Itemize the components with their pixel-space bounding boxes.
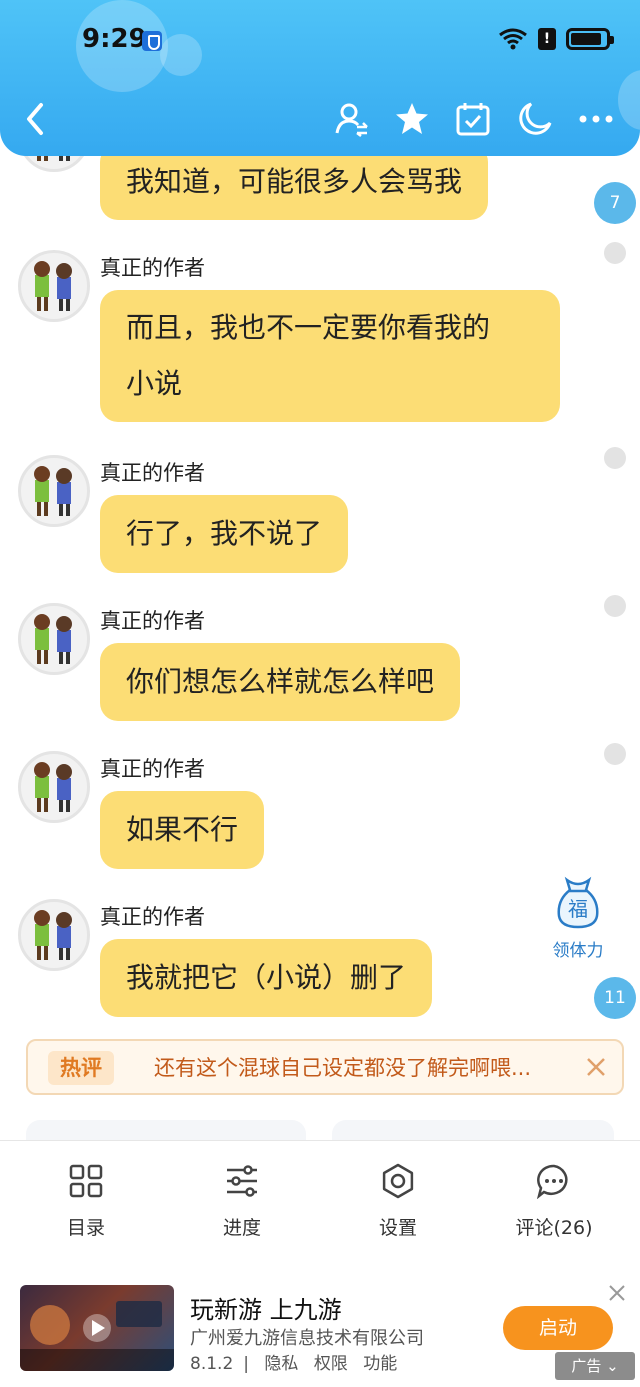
ad-thumbnail[interactable] (20, 1285, 174, 1371)
close-icon[interactable] (584, 1055, 608, 1079)
sender-name: 真正的作者 (100, 256, 205, 280)
comment-count-badge[interactable]: 11 (594, 977, 636, 1019)
back-icon[interactable] (14, 98, 56, 140)
ad-version: 8.1.2 (190, 1354, 234, 1374)
message-text: 而且，我也不一定要你看我的 (126, 311, 491, 344)
comment-dot[interactable] (604, 242, 626, 264)
claim-stamina-button[interactable]: 福 领体力 (544, 874, 612, 961)
avatar-image (34, 261, 72, 311)
ad-video-frame (20, 1301, 174, 1371)
status-time: 9:29 (82, 24, 147, 54)
avatar[interactable] (18, 250, 90, 322)
top-header: 9:29 ! (0, 0, 640, 156)
comment-count-badge[interactable]: 7 (594, 182, 636, 224)
message-text: 我就把它（小说）删了 (126, 961, 407, 994)
ad-company: 广州爱九游信息技术有限公司 (190, 1328, 424, 1349)
battery-icon (566, 28, 614, 50)
nav-label: 目录 (66, 1217, 105, 1239)
lucky-bag-icon: 福 (557, 876, 599, 929)
sliders-icon (227, 1165, 257, 1197)
avatar-image (34, 762, 72, 812)
nav-progress[interactable]: 进度 (172, 1163, 312, 1240)
ad-label[interactable]: 广告 ⌄ (555, 1352, 635, 1380)
lucky-bag-glyph: 福 (568, 897, 588, 921)
wifi-icon (499, 28, 527, 50)
moon-icon[interactable] (514, 98, 556, 140)
alert-icon: ! (538, 28, 556, 50)
ad-label-text: 广告 (571, 1357, 602, 1375)
nav-label: 设置 (378, 1217, 417, 1239)
ad-launch-button[interactable]: 启动 (503, 1306, 613, 1350)
message-text: 我知道，可能很多人会骂我 (126, 165, 463, 198)
nav-catalog[interactable]: 目录 (16, 1163, 156, 1240)
claim-stamina-label: 领体力 (552, 941, 604, 961)
message-bubble: 而且，我也不一定要你看我的 小说 (100, 290, 560, 422)
nav-settings[interactable]: 设置 (328, 1163, 468, 1240)
close-icon[interactable] (606, 1282, 628, 1304)
avatar[interactable] (18, 603, 90, 675)
sender-name: 真正的作者 (100, 905, 205, 929)
message-text: 如果不行 (126, 813, 239, 846)
ad-title[interactable]: 玩新游 上九游 (190, 1290, 342, 1325)
chevron-down-icon: ⌄ (606, 1357, 619, 1375)
comment-icon (536, 1164, 568, 1199)
ad-features-link[interactable]: 功能 (363, 1354, 397, 1374)
hot-comment-text: 还有这个混球自己设定都没了解完啊喂... (154, 1056, 532, 1080)
avatar-image (34, 910, 72, 960)
grid-icon (69, 1164, 103, 1198)
sender-name: 真正的作者 (100, 609, 205, 633)
hot-comment-bar[interactable]: 热评 还有这个混球自己设定都没了解完啊喂... (26, 1039, 624, 1095)
more-icon[interactable] (575, 98, 617, 140)
ad-banner[interactable]: 玩新游 上九游 广州爱九游信息技术有限公司 8.1.2 | 隐私 权限 功能 启动… (0, 1268, 640, 1387)
message-bubble: 我就把它（小说）删了 (100, 939, 433, 1017)
ad-meta: 8.1.2 | 隐私 权限 功能 (190, 1349, 407, 1374)
message-text: 行了，我不说了 (126, 517, 323, 550)
nav-comments[interactable]: 评论(26) (484, 1163, 624, 1240)
message-bubble: 你们想怎么样就怎么样吧 (100, 643, 461, 721)
sender-name: 真正的作者 (100, 757, 205, 781)
comment-dot[interactable] (604, 447, 626, 469)
star-icon[interactable] (391, 98, 433, 140)
nav-label: 评论(26) (515, 1217, 593, 1239)
message-text: 小说 (126, 367, 183, 400)
avatar[interactable] (18, 899, 90, 971)
avatar[interactable] (18, 455, 90, 527)
avatar-image (34, 466, 72, 516)
status-icons: ! (498, 27, 614, 51)
ad-separator: | (243, 1354, 249, 1374)
decor-bubble (160, 34, 202, 76)
ad-permissions-link[interactable]: 权限 (314, 1354, 348, 1374)
message-bubble: 如果不行 (100, 791, 265, 869)
avatar[interactable] (18, 751, 90, 823)
calendar-check-icon[interactable] (452, 98, 494, 140)
gear-icon (382, 1163, 414, 1199)
hot-comment-tag: 热评 (48, 1051, 114, 1085)
bottom-nav: 目录 进度 设置 评论(26) (0, 1140, 640, 1264)
ad-privacy-link[interactable]: 隐私 (264, 1354, 298, 1374)
comment-dot[interactable] (604, 743, 626, 765)
comment-dot[interactable] (604, 595, 626, 617)
avatar-image (34, 614, 72, 664)
nav-label: 进度 (222, 1217, 261, 1239)
message-text: 你们想怎么样就怎么样吧 (126, 665, 435, 698)
message-bubble: 行了，我不说了 (100, 495, 349, 573)
shield-icon (142, 31, 162, 51)
switch-user-icon[interactable] (330, 98, 372, 140)
sender-name: 真正的作者 (100, 461, 205, 485)
toolbar (0, 98, 640, 148)
